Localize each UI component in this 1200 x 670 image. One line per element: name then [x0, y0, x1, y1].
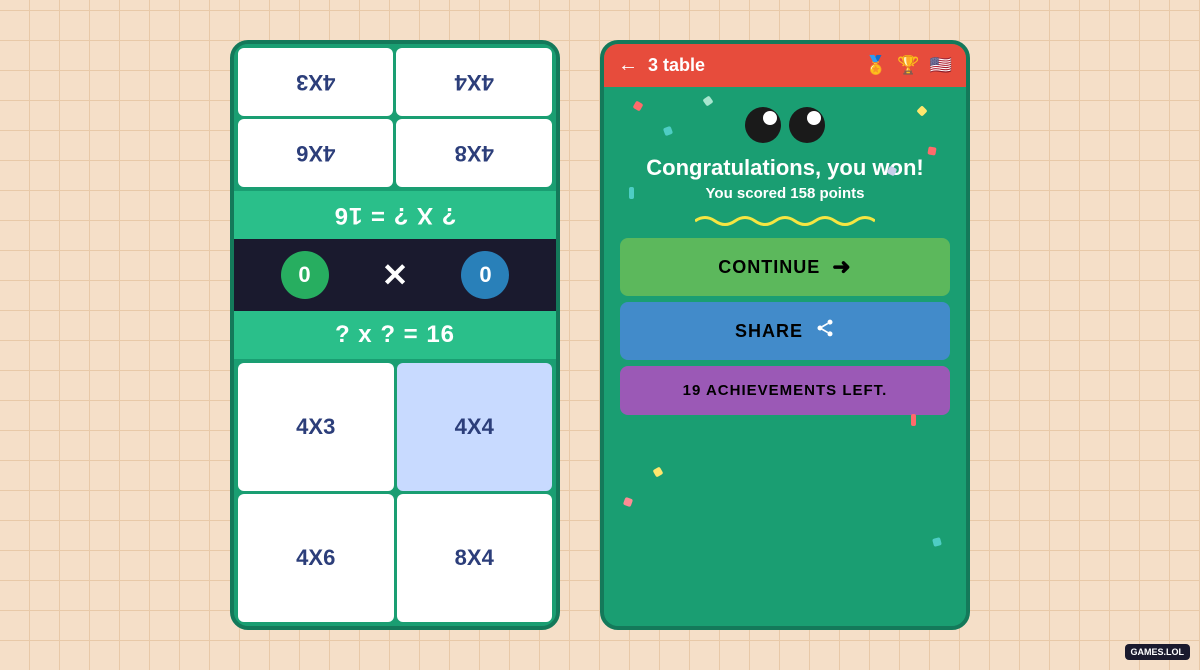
eyes-container: [745, 107, 825, 143]
congrats-title: Congratulations, you won!: [646, 155, 923, 181]
share-button[interactable]: SHARE: [620, 302, 950, 360]
header-title: 3 table: [648, 55, 855, 76]
continue-label: CONTINUE: [718, 257, 820, 278]
games-badge: GAMES.LOL: [1125, 644, 1191, 660]
share-icon: [815, 318, 835, 344]
right-header: ← 3 table 🏅 🏆 🇺🇸: [604, 44, 966, 87]
eye-right: [789, 107, 825, 143]
score-right: 0: [461, 251, 509, 299]
header-icons: 🏅 🏆 🇺🇸: [865, 55, 952, 76]
share-label: SHARE: [735, 321, 803, 342]
achievements-label: 19 ACHIEVEMENTS LEFT.: [683, 382, 888, 399]
trophy-icon[interactable]: 🏆: [897, 55, 919, 76]
main-container: 4X8 4X6 4X4 4X3 ? X ? = 16 0 ✕ 0 ? x ? =…: [0, 0, 1200, 670]
bottom-cell-1[interactable]: 4X3: [238, 363, 394, 491]
eye-left: [745, 107, 781, 143]
question-banner: ? x ? = 16: [234, 311, 556, 359]
grid-cell-3[interactable]: 4X4: [397, 48, 553, 116]
cross-icon: ✕: [382, 256, 409, 294]
bottom-cell-2[interactable]: 4X4: [397, 363, 553, 491]
grid-cell-1[interactable]: 4X8: [397, 119, 553, 187]
continue-arrow-icon: ➜: [832, 254, 851, 280]
left-game-card: 4X8 4X6 4X4 4X3 ? X ? = 16 0 ✕ 0 ? x ? =…: [230, 40, 560, 630]
wavy-line: [695, 214, 875, 222]
flag-icon[interactable]: 🇺🇸: [930, 55, 952, 76]
bottom-grid: 4X3 4X4 4X6 8X4: [234, 359, 556, 626]
back-button[interactable]: ←: [618, 54, 638, 77]
score-bar: 0 ✕ 0: [234, 239, 556, 311]
right-content: Congratulations, you won! You scored 158…: [604, 87, 966, 626]
right-game-card: ← 3 table 🏅 🏆 🇺🇸: [600, 40, 970, 630]
bottom-cell-4[interactable]: 8X4: [397, 494, 553, 622]
bottom-cell-3[interactable]: 4X6: [238, 494, 394, 622]
leaderboard-icon[interactable]: 🏅: [865, 55, 887, 76]
question-banner-flipped: ? X ? = 16: [234, 191, 556, 239]
score-text: You scored 158 points: [706, 185, 865, 202]
grid-cell-4[interactable]: 4X3: [238, 48, 394, 116]
continue-button[interactable]: CONTINUE ➜: [620, 238, 950, 296]
achievements-button[interactable]: 19 ACHIEVEMENTS LEFT.: [620, 366, 950, 415]
score-left: 0: [281, 251, 329, 299]
grid-cell-2[interactable]: 4X6: [238, 119, 394, 187]
top-grid: 4X8 4X6 4X4 4X3: [234, 44, 556, 191]
